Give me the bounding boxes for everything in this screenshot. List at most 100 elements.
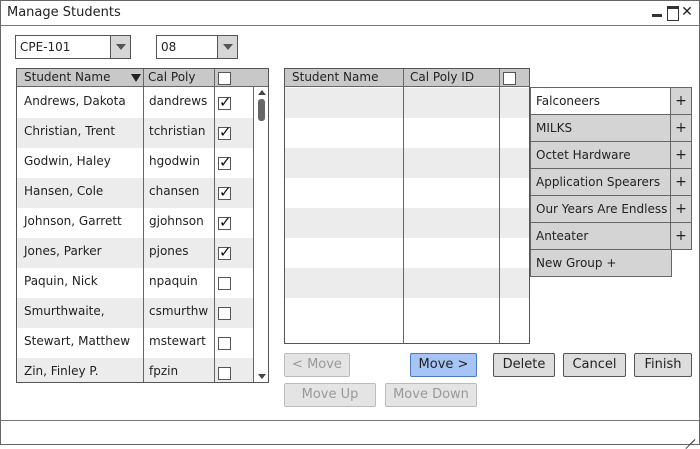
finish-button[interactable]: Finish — [634, 353, 692, 377]
cal-poly-id-cell: chansen — [149, 184, 200, 198]
row-checkbox[interactable] — [218, 183, 232, 201]
scroll-down-icon[interactable] — [258, 374, 266, 379]
section-dropdown[interactable]: 08 — [156, 35, 238, 59]
column-divider — [499, 69, 500, 343]
table-row[interactable] — [285, 238, 529, 268]
row-checkbox[interactable] — [218, 93, 232, 111]
group-item[interactable]: Falconeers + — [530, 87, 692, 115]
section-dropdown-value: 08 — [161, 40, 177, 54]
cal-poly-id-cell: mstewart — [149, 334, 206, 348]
table-row[interactable]: Hansen, Cole chansen — [17, 178, 253, 208]
cal-poly-id-cell: hgodwin — [149, 154, 200, 168]
table-row[interactable] — [285, 208, 529, 238]
student-name-cell: Stewart, Matthew — [24, 334, 131, 348]
group-item-label: MILKS — [536, 121, 573, 135]
cancel-button[interactable]: Cancel — [563, 353, 626, 377]
add-to-group-icon[interactable]: + — [670, 169, 691, 195]
column-header-student-name[interactable]: Student Name — [24, 70, 110, 84]
column-header-cal-poly[interactable]: Cal Poly — [148, 70, 195, 84]
table-row[interactable] — [285, 118, 529, 148]
cal-poly-id-cell: pjones — [149, 244, 189, 258]
cal-poly-id-cell: fpzin — [149, 364, 179, 378]
group-item[interactable]: Application Spearers + — [530, 168, 692, 196]
add-to-group-icon[interactable]: + — [670, 196, 691, 222]
new-group-button[interactable]: New Group + — [530, 249, 672, 277]
row-checkbox[interactable] — [218, 213, 232, 231]
scroll-up-icon[interactable] — [258, 90, 266, 95]
group-item-label: Application Spearers — [536, 175, 661, 189]
row-checkbox[interactable] — [218, 153, 232, 171]
table-row[interactable]: Smurthwaite, csmurthw — [17, 298, 253, 328]
move-back-button[interactable]: < Move — [284, 353, 350, 377]
select-all-checkbox[interactable] — [218, 72, 231, 85]
student-name-cell: Smurthwaite, — [24, 304, 105, 318]
manage-students-window: Manage Students ✕ CPE-101 08 Student Nam… — [0, 0, 700, 445]
chevron-down-icon[interactable] — [110, 36, 130, 58]
row-checkbox[interactable] — [218, 367, 231, 380]
student-name-cell: Johnson, Garrett — [24, 214, 122, 228]
table-row[interactable] — [285, 178, 529, 208]
table-row[interactable]: Paquin, Nick npaquin — [17, 268, 253, 298]
scroll-thumb[interactable] — [258, 99, 265, 121]
student-name-cell: Paquin, Nick — [24, 274, 98, 288]
group-item-label: Falconeers — [536, 94, 600, 108]
group-item[interactable]: Our Years Are Endless + — [530, 195, 692, 223]
sort-desc-icon[interactable] — [131, 74, 141, 82]
group-item[interactable]: Anteater + — [530, 222, 692, 250]
add-to-group-icon[interactable]: + — [670, 88, 691, 114]
table-row[interactable]: Andrews, Dakota dandrews — [17, 88, 253, 118]
table-row[interactable] — [285, 298, 529, 328]
table-row[interactable]: Christian, Trent tchristian — [17, 118, 253, 148]
select-all-checkbox[interactable] — [503, 72, 516, 85]
group-item[interactable]: Octet Hardware + — [530, 141, 692, 169]
delete-button[interactable]: Delete — [493, 353, 555, 377]
table-row[interactable]: Jones, Parker pjones — [17, 238, 253, 268]
column-divider — [403, 69, 404, 343]
cal-poly-id-cell: csmurthw — [149, 304, 209, 318]
student-name-cell: Andrews, Dakota — [24, 94, 126, 108]
row-checkbox[interactable] — [218, 243, 232, 261]
add-to-group-icon[interactable]: + — [670, 142, 691, 168]
row-checkbox[interactable] — [218, 337, 231, 350]
maximize-icon[interactable] — [666, 5, 679, 21]
move-down-button[interactable]: Move Down — [385, 383, 477, 407]
table-row[interactable]: Godwin, Haley hgodwin — [17, 148, 253, 178]
resize-grip-icon[interactable] — [685, 430, 695, 440]
group-item[interactable]: MILKS + — [530, 114, 692, 142]
column-divider — [143, 69, 144, 382]
column-divider — [214, 69, 215, 382]
student-name-cell: Jones, Parker — [24, 244, 102, 258]
minimize-icon[interactable] — [651, 5, 663, 19]
student-name-cell: Zin, Finley P. — [24, 364, 99, 378]
group-table-header: Student Name Cal Poly ID — [285, 69, 529, 87]
cal-poly-id-cell: dandrews — [149, 94, 208, 108]
close-icon[interactable]: ✕ — [681, 5, 693, 19]
row-checkbox[interactable] — [218, 277, 231, 290]
table-row[interactable]: Stewart, Matthew mstewart — [17, 328, 253, 358]
row-checkbox[interactable] — [218, 307, 231, 320]
table-row[interactable]: Johnson, Garrett gjohnson — [17, 208, 253, 238]
new-group-label: New Group + — [536, 256, 617, 270]
column-header-student-name[interactable]: Student Name — [292, 70, 378, 84]
table-row[interactable] — [285, 148, 529, 178]
group-members-table: Student Name Cal Poly ID — [284, 68, 530, 344]
row-checkbox[interactable] — [218, 123, 232, 141]
students-scrollbar[interactable] — [253, 87, 268, 382]
table-row[interactable] — [285, 268, 529, 298]
window-title: Manage Students — [7, 5, 121, 20]
table-row[interactable] — [285, 88, 529, 118]
cal-poly-id-cell: npaquin — [149, 274, 198, 288]
course-dropdown-value: CPE-101 — [20, 40, 71, 54]
course-dropdown[interactable]: CPE-101 — [15, 35, 131, 59]
move-button[interactable]: Move > — [410, 353, 477, 377]
table-row[interactable]: Zin, Finley P. fpzin — [17, 358, 253, 382]
group-item-label: Our Years Are Endless — [536, 202, 668, 216]
add-to-group-icon[interactable]: + — [670, 115, 691, 141]
window-controls: ✕ — [651, 5, 693, 21]
student-name-cell: Hansen, Cole — [24, 184, 104, 198]
add-to-group-icon[interactable]: + — [670, 223, 691, 249]
chevron-down-icon[interactable] — [217, 36, 237, 58]
column-header-cal-poly-id[interactable]: Cal Poly ID — [410, 70, 474, 84]
move-up-button[interactable]: Move Up — [284, 383, 376, 407]
group-item-label: Anteater — [536, 229, 589, 243]
